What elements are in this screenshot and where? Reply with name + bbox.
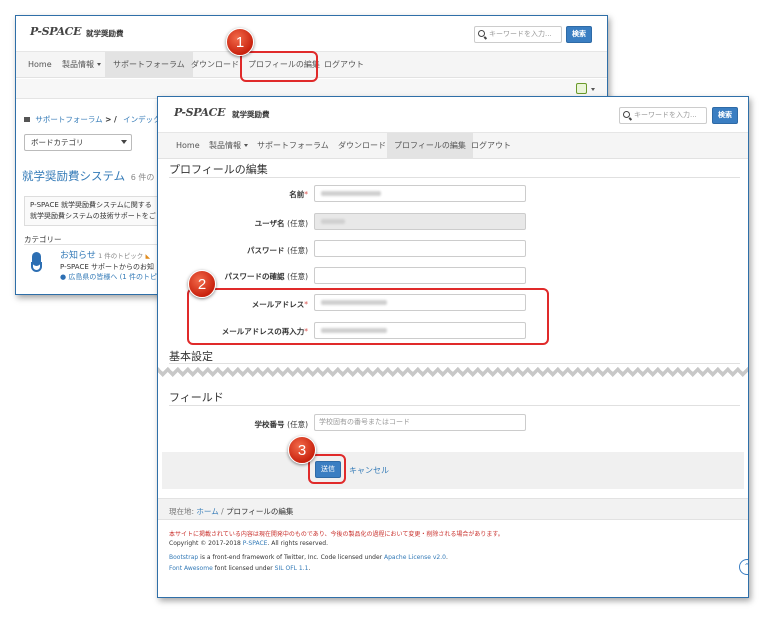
password-field[interactable] [314,240,526,257]
basic-settings-heading: 基本設定 [169,350,213,363]
nav-download[interactable]: ダウンロード [191,52,239,78]
home-icon[interactable] [24,117,30,122]
category-divider [24,244,174,245]
fields-heading: フィールド [169,391,224,404]
user-avatar-icon[interactable] [576,83,587,94]
username-field[interactable] [314,213,526,230]
nav-home[interactable]: Home [176,133,200,159]
search-button[interactable]: 検索 [566,26,592,43]
rss-icon[interactable]: ◣ [146,253,151,260]
site-logo[interactable]: P-SPACE [174,106,226,119]
search-input[interactable]: キーワードを入力... [619,107,707,124]
site-logo-sub: 就学奨励費 [86,29,124,38]
name-field[interactable] [314,185,526,202]
apache-license-link[interactable]: Apache License v2.0 [384,554,446,561]
school-no-label: 学校番号 (任意) [254,420,308,429]
nav-forum[interactable]: サポートフォーラム [105,52,193,78]
footer-breadcrumb: 現在地: ホーム / プロフィールの編集 [169,507,294,516]
footer-fontawesome: Font Awesome font licensed under SIL OFL… [169,565,311,572]
nav-products[interactable]: 製品情報 [62,52,101,78]
highlight-email-fields [187,288,549,345]
search-button[interactable]: 検索 [712,107,738,124]
nav-download[interactable]: ダウンロード [338,133,386,159]
breadcrumb: サポートフォーラム > / インデック [24,114,161,125]
form-actions [162,452,744,489]
chevron-down-icon [244,144,248,147]
blurred-value [321,219,345,224]
topic-item: お知らせ 1 件のトピック ◣ P-SPACE サポートからのお知 ● 広島県の… [60,251,171,282]
footer-breadcrumb-home[interactable]: ホーム [196,507,218,516]
chevron-down-icon [121,140,127,144]
callout-1: 1 [226,28,254,56]
school-no-field[interactable]: 学校固有の番号またはコード [314,414,526,431]
footer-notice: 本サイトに掲載されている内容は現在開発中のものであり、今後の製品化の過程において… [169,531,504,538]
password-confirm-field[interactable] [314,267,526,284]
callout-2: 2 [188,270,216,298]
footer-copyright: Copyright © 2017-2018 P-SPACE. All right… [169,540,329,547]
nav-products[interactable]: 製品情報 [209,133,248,159]
search-icon [478,30,485,37]
title-divider [169,177,740,178]
forum-title: 就学奨励費システム 6 件のト [22,169,163,183]
password-label: パスワード (任意) [247,246,308,255]
page-title: プロフィールの編集 [169,163,268,176]
fontawesome-link[interactable]: Font Awesome [169,565,213,572]
breadcrumb-index[interactable]: インデック [123,115,161,124]
nav-forum[interactable]: サポートフォーラム [257,133,329,159]
front-header: P-SPACE 就学奨励費 キーワードを入力... 検索 [158,97,748,133]
blurred-value [321,191,381,196]
breadcrumb-sep-icon: > / [105,115,117,124]
chevron-down-icon [591,88,595,91]
nav-home[interactable]: Home [28,52,52,78]
nav-profile-edit[interactable]: プロフィールの編集 [387,133,473,159]
highlight-submit [308,454,346,484]
search-icon [623,111,630,118]
search-input[interactable]: キーワードを入力... [474,26,562,43]
torn-edge [158,367,748,377]
site-logo-sub: 就学奨励費 [232,110,270,119]
nav-logout[interactable]: ログアウト [471,133,511,159]
topic-count: 1 件のトピック [98,252,144,260]
microphone-stand-icon [31,262,42,272]
bootstrap-link[interactable]: Bootstrap [169,554,198,561]
footer-breadcrumb-current: プロフィールの編集 [226,507,294,516]
topic-description: P-SPACE サポートからのお知 [60,263,155,271]
breadcrumb-forum[interactable]: サポートフォーラム [35,115,102,124]
back-header: P-SPACE 就学奨励費 キーワードを入力... 検索 [16,16,607,52]
fields-divider [169,405,740,406]
site-logo[interactable]: P-SPACE [30,25,82,38]
microphone-small-icon: ● [60,273,67,281]
name-label: 名前* [289,190,308,199]
cancel-link[interactable]: キャンセル [349,465,389,476]
highlight-profile-edit [240,51,318,82]
footer-bootstrap: Bootstrap is a front-end framework of Tw… [169,554,448,561]
front-window: P-SPACE 就学奨励費 キーワードを入力... 検索 Home 製品情報 サ… [157,96,749,598]
ofl-license-link[interactable]: SIL OFL 1.1 [275,565,309,572]
front-nav: Home 製品情報 サポートフォーラム ダウンロード プロフィールの編集 ログア… [158,133,748,159]
chevron-down-icon [97,63,101,66]
nav-logout[interactable]: ログアウト [324,52,364,78]
topic-title[interactable]: お知らせ [60,251,96,261]
callout-3: 3 [288,436,316,464]
username-label: ユーザ名 (任意) [254,219,308,228]
subtopic-link[interactable]: 広島県の皆様へ (1 件のトピック [68,273,171,281]
copyright-link[interactable]: P-SPACE [243,540,268,547]
basic-divider [169,363,740,364]
scroll-top-icon[interactable]: ⌃ [739,559,748,575]
board-category-select[interactable]: ボードカテゴリ [24,134,132,151]
forum-description: P-SPACE 就学奨励費システムに関する 就学奨励費システムの技術サポートをご [24,196,174,226]
